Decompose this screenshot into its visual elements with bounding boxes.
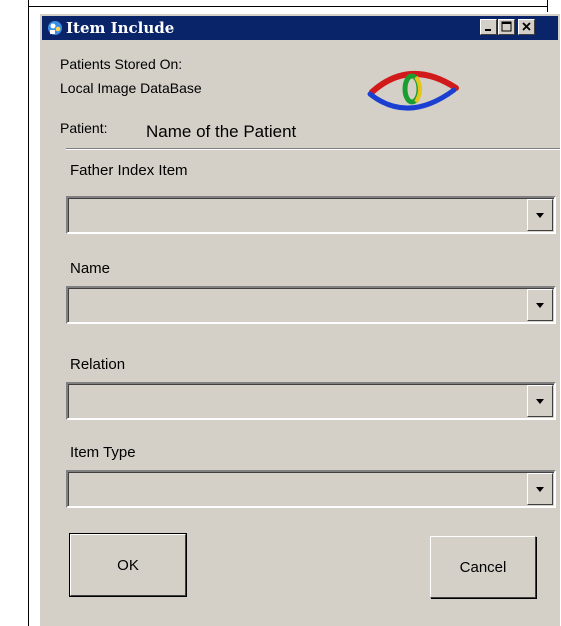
father-index-item-dropdown-button[interactable] (527, 199, 553, 231)
father-index-item-combobox[interactable] (66, 196, 556, 234)
relation-label: Relation (70, 356, 126, 373)
relation-combobox[interactable] (66, 382, 556, 420)
outer-frame-top (28, 6, 548, 7)
relation-dropdown-button[interactable] (527, 385, 553, 417)
chevron-down-icon (536, 487, 544, 492)
item-type-label: Item Type (70, 444, 136, 461)
outer-frame-left (28, 0, 29, 626)
ok-button-label: OK (117, 557, 139, 574)
minimize-icon (485, 29, 491, 31)
stored-on-value: Local Image DataBase (60, 80, 202, 96)
maximize-button[interactable] (498, 19, 515, 35)
header-separator (66, 148, 560, 150)
chevron-down-icon (536, 399, 544, 404)
chevron-down-icon (536, 303, 544, 308)
eye-logo (367, 71, 459, 111)
ok-button[interactable]: OK (69, 533, 187, 597)
stored-on-label: Patients Stored On: (60, 56, 183, 72)
cancel-button[interactable]: Cancel (430, 536, 536, 598)
name-combobox[interactable] (66, 286, 556, 324)
item-include-dialog: Item Include Patients Stored On: Local I… (38, 12, 560, 626)
minimize-button[interactable] (480, 19, 497, 35)
patient-name: Name of the Patient (146, 122, 297, 141)
patient-label: Patient: (60, 120, 108, 136)
name-dropdown-button[interactable] (527, 289, 553, 321)
window-title: Item Include (66, 19, 175, 37)
close-button[interactable] (518, 19, 535, 35)
cancel-button-label: Cancel (459, 559, 507, 576)
globe-people-icon (48, 21, 62, 35)
chevron-down-icon (536, 213, 544, 218)
item-type-combobox[interactable] (66, 470, 556, 508)
father-index-item-label: Father Index Item (70, 162, 188, 179)
title-bar[interactable]: Item Include (42, 16, 558, 40)
item-type-dropdown-button[interactable] (527, 473, 553, 505)
name-label: Name (70, 260, 111, 277)
maximize-icon (501, 21, 512, 32)
close-icon (522, 22, 531, 31)
